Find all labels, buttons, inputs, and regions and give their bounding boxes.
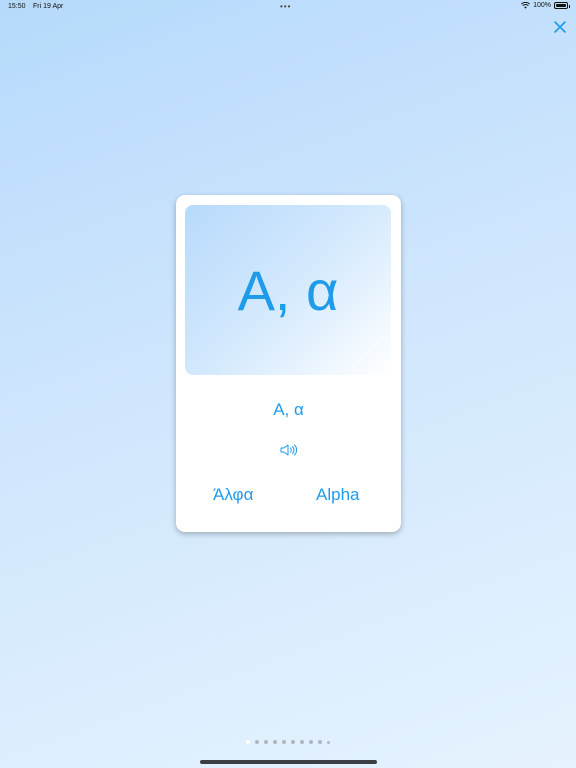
multitasking-dots[interactable]: ••• <box>280 2 291 11</box>
page-dot[interactable] <box>291 740 295 744</box>
page-dot[interactable] <box>282 740 286 744</box>
page-dot[interactable] <box>273 740 277 744</box>
status-right: 100% <box>521 2 570 9</box>
battery-percentage: 100% <box>533 2 551 9</box>
page-indicator[interactable] <box>232 736 344 748</box>
status-time: 15:50 <box>8 3 26 10</box>
speaker-icon <box>280 444 298 456</box>
close-icon <box>554 21 566 33</box>
page-dot[interactable] <box>300 740 304 744</box>
home-indicator[interactable] <box>200 760 377 764</box>
flashcard[interactable]: Α, α Α, α Άλφα Alpha <box>176 195 401 532</box>
letter-display: Α, α <box>185 205 391 375</box>
big-letter: Α, α <box>237 258 339 322</box>
play-sound-button[interactable] <box>279 443 298 457</box>
page-dot[interactable] <box>246 740 250 744</box>
page-dot[interactable] <box>255 740 259 744</box>
page-dot[interactable] <box>309 740 313 744</box>
wifi-icon <box>521 2 531 9</box>
battery-icon <box>554 2 570 9</box>
close-button[interactable] <box>552 19 568 35</box>
page-dot[interactable] <box>318 740 322 744</box>
page-dot[interactable] <box>327 740 330 744</box>
status-bar: 15:50 Fri 19 Apr ••• 100% <box>0 0 576 14</box>
latin-name[interactable]: Alpha <box>316 485 359 505</box>
status-date: Fri 19 Apr <box>33 3 64 10</box>
letter-label: Α, α <box>273 400 304 419</box>
page-dot[interactable] <box>264 740 268 744</box>
greek-name[interactable]: Άλφα <box>213 485 253 505</box>
